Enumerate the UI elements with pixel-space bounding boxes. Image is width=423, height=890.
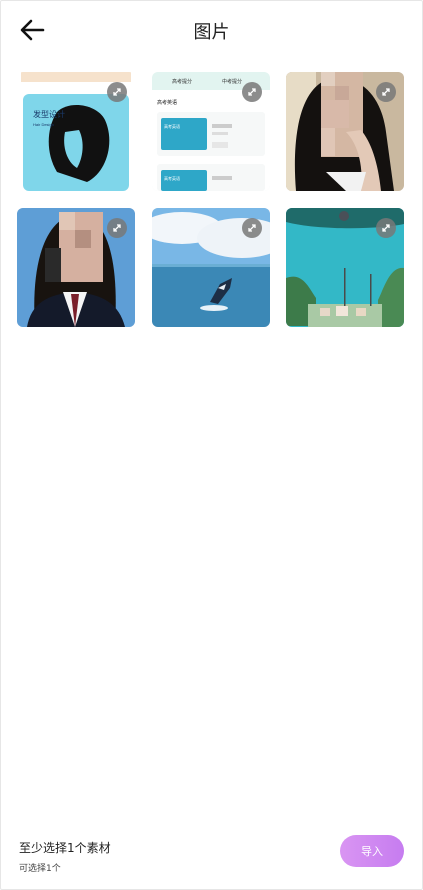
selection-requirement: 至少选择1个素材 [19, 841, 111, 855]
thumbnail-seaside-town[interactable] [286, 208, 404, 327]
import-button[interactable]: 导入 [340, 835, 404, 867]
app-card-2: 高考英语 [164, 175, 180, 181]
selection-limit: 可选择1个 [19, 864, 61, 874]
selection-footer: 至少选择1个素材 可选择1个 导入 [0, 820, 423, 890]
hair-design-sublabel: Hair Design [33, 122, 54, 127]
expand-button[interactable] [107, 218, 127, 238]
expand-icon [113, 88, 121, 96]
expand-icon [248, 88, 256, 96]
expand-icon [382, 88, 390, 96]
thumbnail-app-screenshot[interactable]: 高考提分 中考提分 高考英语 高考英语 高考英语 [152, 72, 270, 191]
expand-button[interactable] [107, 82, 127, 102]
app-section-title: 高考英语 [157, 99, 177, 106]
expand-button[interactable] [376, 82, 396, 102]
expand-button[interactable] [242, 82, 262, 102]
thumbnail-hair-design[interactable]: 发型设计 Hair Design [17, 72, 135, 191]
app-tab-1: 高考提分 [172, 78, 192, 85]
expand-icon [248, 224, 256, 232]
top-bar: 图片 [0, 0, 423, 60]
thumbnail-portrait-girl-hand[interactable] [286, 72, 404, 191]
expand-button[interactable] [242, 218, 262, 238]
app-card-1: 高考英语 [164, 123, 180, 129]
thumbnail-portrait-uniform[interactable] [17, 208, 135, 327]
app-tab-2: 中考提分 [222, 78, 242, 85]
expand-icon [382, 224, 390, 232]
hair-design-label: 发型设计 [33, 109, 65, 119]
page-title: 图片 [193, 22, 230, 43]
expand-button[interactable] [376, 218, 396, 238]
expand-icon [113, 224, 121, 232]
thumbnail-ocean-whale[interactable] [152, 208, 270, 327]
